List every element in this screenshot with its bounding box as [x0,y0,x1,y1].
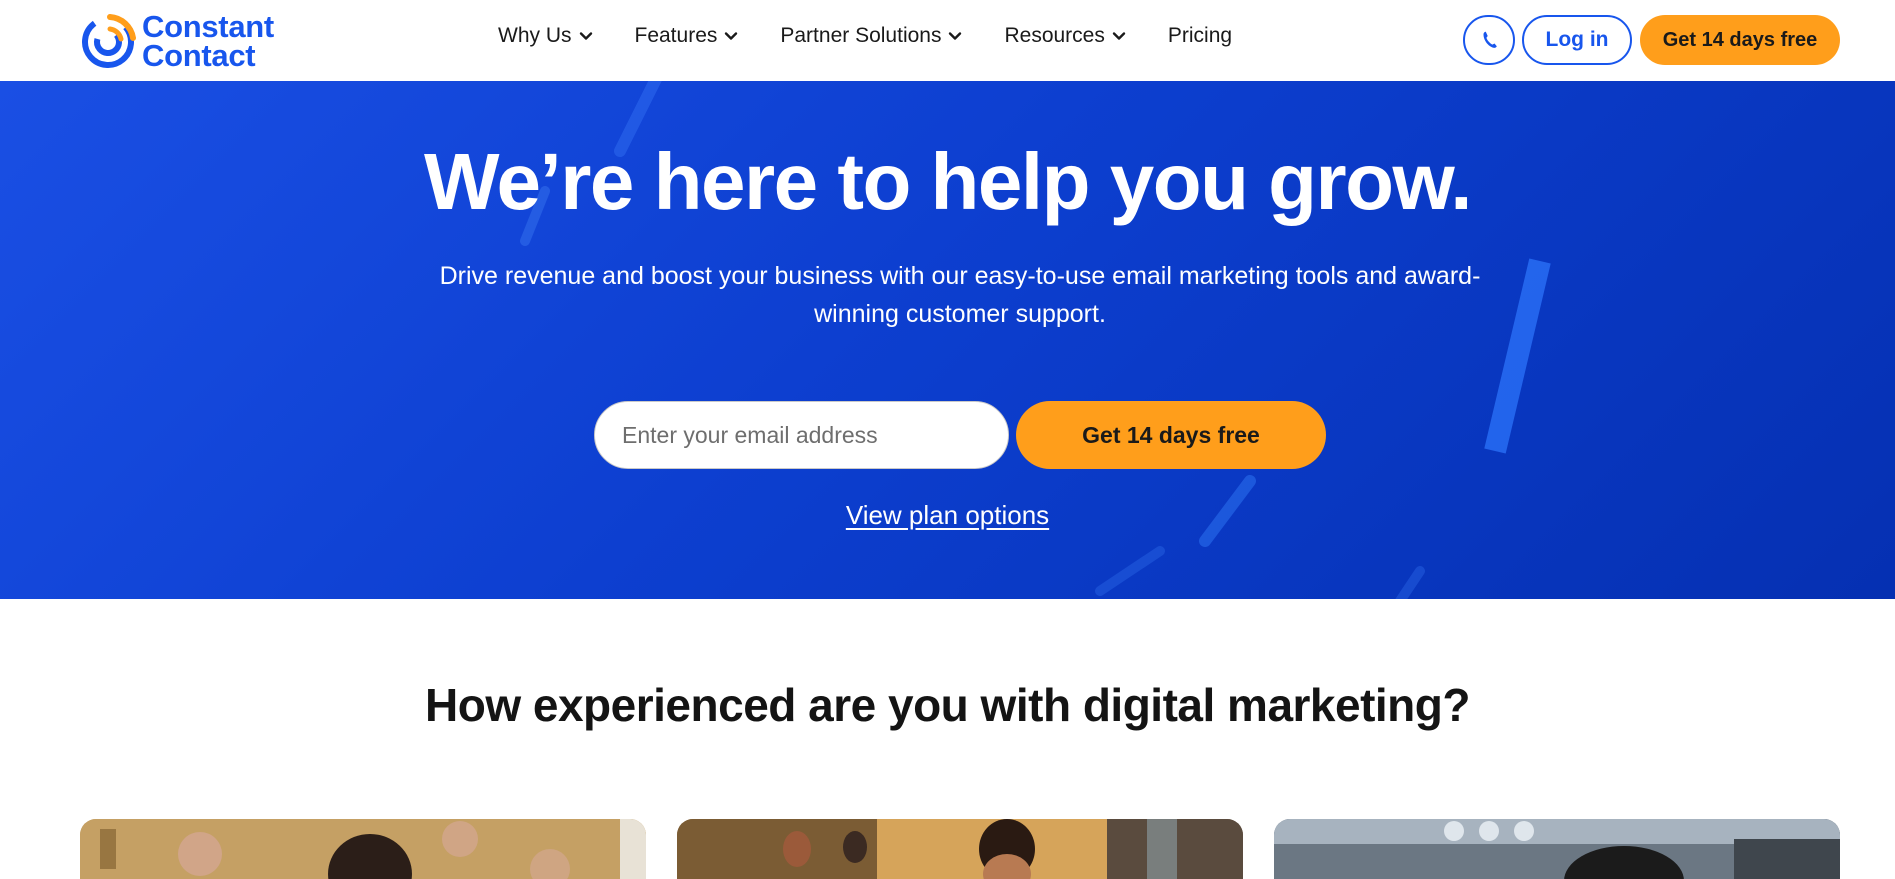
logo[interactable]: Constant Contact [80,9,274,73]
view-plans-container: View plan options [0,500,1895,531]
hero-subtitle: Drive revenue and boost your business wi… [439,262,1481,328]
nav-item-why-us[interactable]: Why Us [498,24,593,48]
nav-item-label: Pricing [1167,24,1233,47]
chevron-down-icon [949,32,962,40]
logo-line-2: Contact [142,38,256,73]
nav-item-label: Resources [1004,24,1105,47]
phone-button[interactable] [1463,15,1515,65]
nav-item-label: Partner Solutions [780,24,942,47]
person-in-workshop-photo [1274,819,1840,879]
view-plan-options-link[interactable]: View plan options [846,500,1049,530]
nav-item-label: Features [634,24,718,47]
woman-in-decorated-room-photo [80,819,646,879]
experience-section-title: How experienced are you with digital mar… [425,679,1470,731]
nav-item-resources[interactable]: Resources [1004,24,1126,48]
chevron-down-icon [725,32,738,40]
nav-item-partner-solutions[interactable]: Partner Solutions [780,24,962,48]
nav-item-pricing[interactable]: Pricing [1168,24,1232,48]
logo-line-1: Constant [142,9,274,44]
logo-wordmark: Constant Contact [142,9,274,73]
hero-section: We’re here to help you grow. Drive reven… [0,81,1895,599]
experience-card-beginner[interactable] [80,819,646,879]
login-button[interactable]: Log in [1522,15,1632,65]
constant-contact-logo-icon [82,14,136,68]
chevron-down-icon [579,32,592,40]
main-nav: Why Us Features Partner Solutions Resour… [498,24,1232,48]
free-trial-button[interactable]: Get 14 days free [1640,15,1840,65]
hero-free-trial-button[interactable]: Get 14 days free [1016,401,1326,469]
chevron-down-icon [1112,32,1126,40]
site-header: Constant Contact Why Us Features Partner… [0,0,1895,81]
nav-item-label: Why Us [498,24,572,47]
nav-item-features[interactable]: Features [635,24,739,48]
experience-card-advanced[interactable] [1274,819,1840,879]
email-input[interactable] [594,401,1009,469]
hero-title: We’re here to help you grow. [423,137,1473,226]
experience-card-intermediate[interactable] [677,819,1243,879]
man-in-restaurant-photo [677,819,1243,879]
phone-icon [1483,31,1497,48]
